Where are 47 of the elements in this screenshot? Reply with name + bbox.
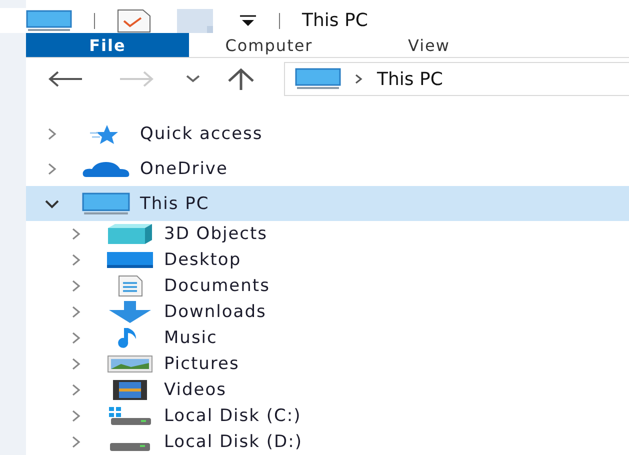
address-bar[interactable]: This PC <box>284 62 629 96</box>
tree-item[interactable]: This PC <box>26 186 629 221</box>
dropdown-icon[interactable] <box>239 14 257 26</box>
desktop-icon <box>107 252 153 268</box>
monitor-icon <box>295 68 341 90</box>
cloud-icon <box>82 160 130 176</box>
tree-item[interactable]: Quick access <box>26 116 629 151</box>
tree-item-label: Videos <box>164 380 226 400</box>
tree-item-label: Local Disk (C:) <box>164 406 302 426</box>
forward-arrow-icon <box>118 71 154 87</box>
tree-item-label: Downloads <box>164 302 266 322</box>
tree-item-label: 3D Objects <box>164 224 268 244</box>
tree-item-label: Documents <box>164 276 270 296</box>
tree-item-label: Quick access <box>140 124 263 144</box>
monitor-icon <box>82 192 130 216</box>
down-arrow-icon <box>107 301 153 323</box>
drive-icon <box>110 443 150 451</box>
tree-item[interactable]: Music <box>26 325 629 351</box>
chevron-down-icon <box>185 75 201 83</box>
back-arrow-icon <box>48 71 84 87</box>
tree-item[interactable]: OneDrive <box>26 151 629 186</box>
tree-item[interactable]: Pictures <box>26 351 629 377</box>
tree-item[interactable]: 3D Objects <box>26 221 629 247</box>
chevron-right-icon <box>355 74 363 84</box>
cube-icon <box>107 224 153 244</box>
picture-icon <box>107 355 153 373</box>
ribbon-tab[interactable]: File <box>26 33 189 57</box>
ribbon-tab[interactable]: View <box>349 33 509 57</box>
tree-item-label: Desktop <box>164 250 242 270</box>
tree-item-label: This PC <box>140 194 210 214</box>
tree-item[interactable]: Desktop <box>26 247 629 273</box>
tree-item[interactable]: Documents <box>26 273 629 299</box>
tree-item-label: Local Disk (D:) <box>164 432 302 452</box>
tree-item[interactable]: Local Disk (C:) <box>26 403 629 429</box>
window-title: This PC <box>302 10 368 31</box>
tree-item[interactable]: Videos <box>26 377 629 403</box>
tree-item[interactable]: Downloads <box>26 299 629 325</box>
film-icon <box>111 379 149 401</box>
tree-item-label: OneDrive <box>140 158 228 178</box>
tree-item-label: Music <box>164 328 218 348</box>
address-path: This PC <box>377 68 443 90</box>
properties-icon[interactable] <box>117 8 151 32</box>
tree-item[interactable]: Local Disk (D:) <box>26 429 629 455</box>
drive-icon <box>109 407 151 425</box>
tree-item-label: Pictures <box>164 354 240 374</box>
monitor-icon <box>26 10 72 32</box>
ribbon-tab[interactable]: Computer <box>189 33 349 57</box>
